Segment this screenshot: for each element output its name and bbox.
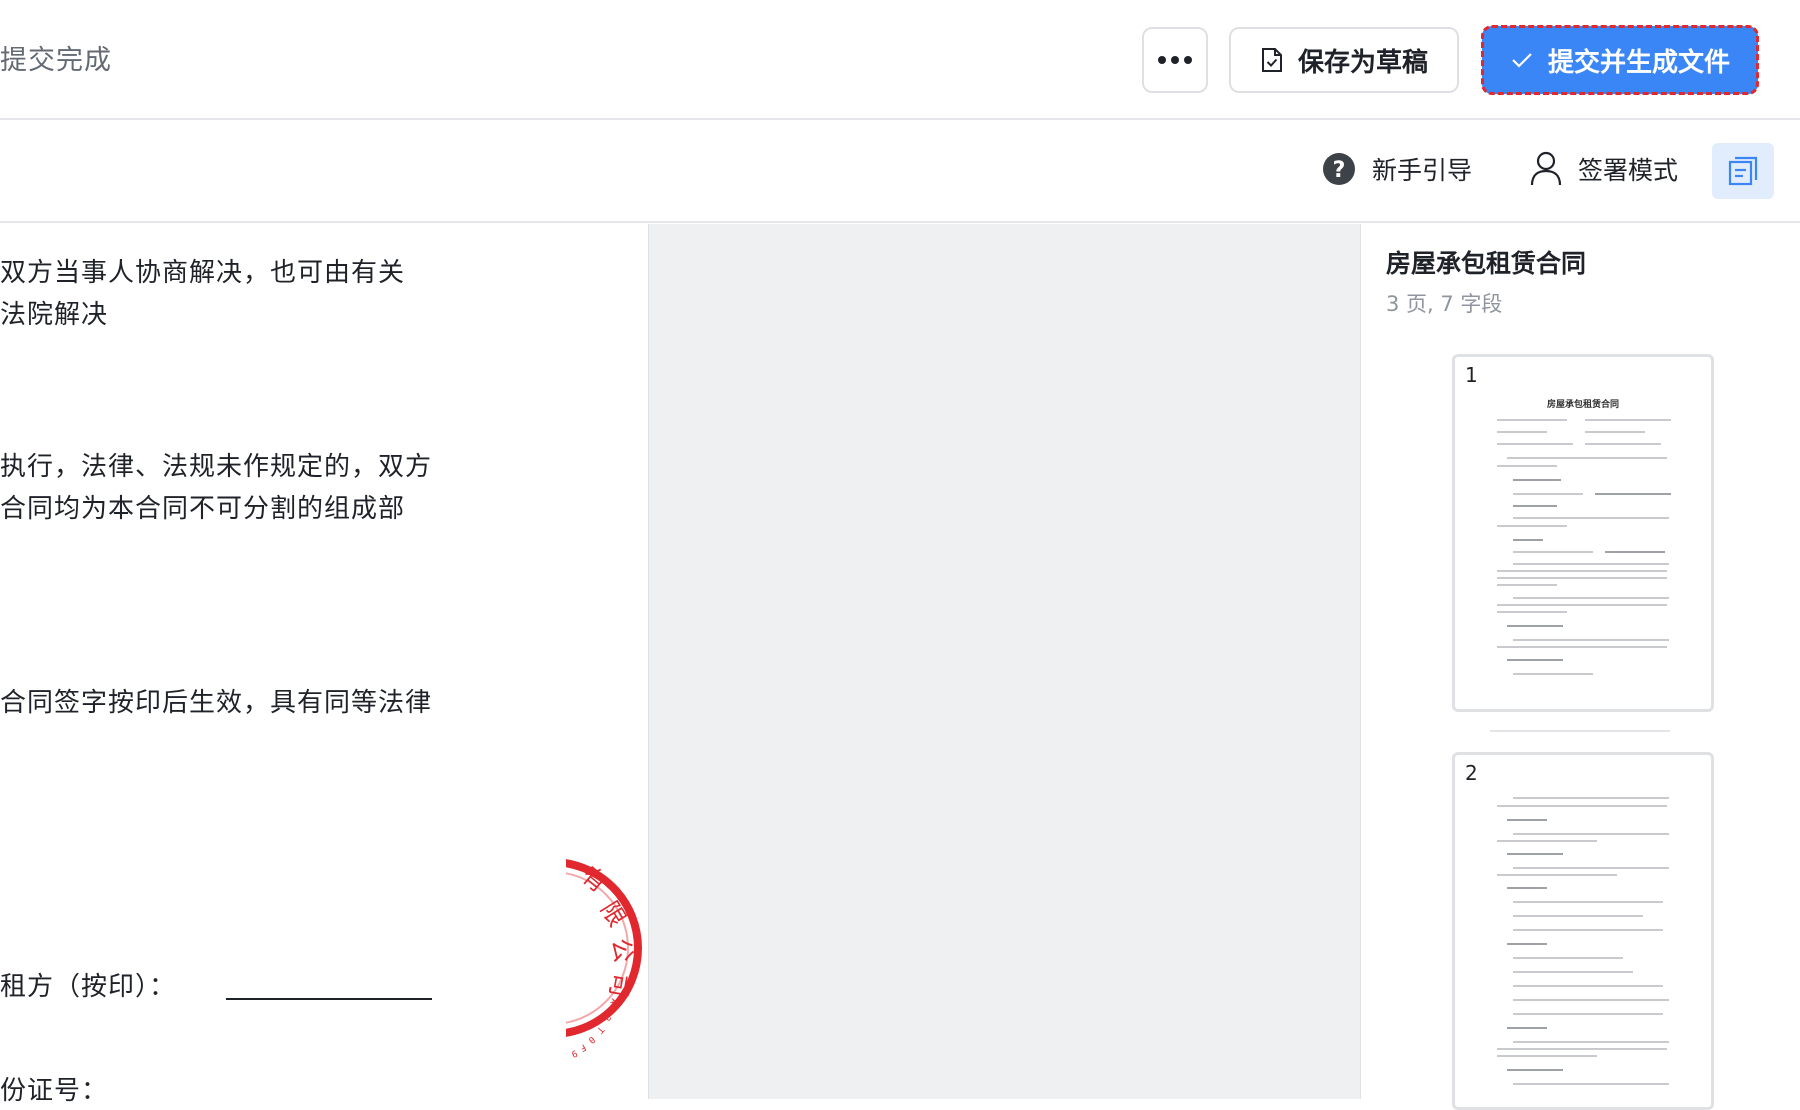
submit-generate-button[interactable]: 提交并生成文件	[1481, 25, 1759, 95]
svg-text:9: 9	[570, 1047, 579, 1058]
thumb-line	[1497, 443, 1573, 445]
thumb-line	[1507, 887, 1547, 889]
thumb-line	[1513, 517, 1669, 519]
thumb-line	[1513, 901, 1663, 903]
thumb-line	[1513, 1013, 1663, 1015]
thumb-line	[1497, 431, 1547, 433]
thumb-line	[1497, 805, 1667, 807]
secondary-toolbar: ? 新手引导 签署模式	[0, 121, 1800, 223]
sign-mode-label: 签署模式	[1578, 156, 1679, 185]
svg-text:?: ?	[1333, 158, 1346, 183]
check-icon	[1512, 53, 1532, 68]
thumb-line	[1513, 539, 1543, 541]
svg-text:司: 司	[604, 971, 636, 999]
thumb-line	[1513, 563, 1669, 565]
thumb-line	[1513, 505, 1557, 507]
submit-generate-label: 提交并生成文件	[1547, 47, 1730, 78]
sign-mode-button[interactable]: 签署模式	[1530, 151, 1678, 187]
thumb-line	[1585, 443, 1661, 445]
document-check-icon	[1261, 48, 1282, 72]
thumb-line	[1513, 1083, 1669, 1085]
page-thumbnail-title: 房屋承包租赁合同	[1546, 400, 1619, 410]
thumb-line	[1513, 971, 1633, 973]
thumb-line	[1513, 985, 1663, 987]
ellipsis-icon-dot	[1184, 56, 1192, 64]
help-circle-icon: ?	[1323, 153, 1355, 185]
thumb-line	[1497, 584, 1557, 586]
beginner-guide-label: 新手引导	[1372, 156, 1473, 185]
lessee-signature-label: 租方（按印）：	[0, 972, 177, 1002]
document-text-line: 合同签字按印后生效，具有同等法律	[0, 688, 433, 718]
thumb-line	[1497, 611, 1567, 613]
thumb-line	[1513, 797, 1669, 799]
document-canvas-background	[648, 224, 1361, 1099]
thumb-line	[1513, 1041, 1669, 1043]
thumbnail-separator	[1490, 730, 1670, 732]
company-seal-stamp: 有 限 公 司 A 2 T 0 F 9	[566, 859, 642, 1058]
document-text-line: 执行，法律、法规未作规定的，双方	[0, 452, 433, 482]
thumb-line	[1497, 874, 1617, 876]
thumb-line	[1513, 867, 1669, 869]
thumb-line	[1497, 525, 1567, 527]
thumb-line	[1507, 1069, 1563, 1071]
thumb-line	[1507, 1027, 1547, 1029]
thumb-line	[1507, 943, 1547, 945]
thumbnail-panel-toggle[interactable]	[1712, 143, 1774, 199]
page-thumbnail[interactable]: 1 房屋承包租赁合同	[1452, 354, 1714, 712]
id-number-label: 份证号：	[0, 1076, 109, 1106]
thumb-line	[1497, 419, 1567, 421]
thumb-line	[1513, 929, 1663, 931]
thumb-line	[1497, 570, 1667, 572]
save-draft-button[interactable]: 保存为草稿	[1229, 27, 1459, 93]
thumb-line	[1513, 493, 1583, 495]
thumb-line	[1513, 597, 1669, 599]
thumb-line	[1513, 479, 1561, 481]
thumb-line	[1585, 419, 1671, 421]
thumb-line	[1513, 673, 1593, 675]
thumbnail-sidebar: 房屋承包租赁合同 3 页, 7 字段 1 房屋承包租赁合同 2	[1362, 224, 1800, 1110]
thumb-line	[1497, 465, 1557, 467]
page-thumbnail[interactable]: 2	[1452, 752, 1714, 1110]
thumb-line	[1507, 457, 1667, 459]
thumb-line	[1513, 915, 1643, 917]
step-status-label: 提交完成	[0, 45, 112, 76]
thumb-line	[1497, 1055, 1597, 1057]
thumb-line	[1513, 957, 1623, 959]
user-icon	[1530, 151, 1562, 186]
document-text-line: 法院解决	[0, 300, 109, 330]
thumb-line	[1605, 551, 1665, 553]
thumb-line	[1497, 604, 1667, 606]
thumb-line	[1513, 833, 1669, 835]
document-meta: 3 页, 7 字段	[1386, 292, 1503, 316]
svg-text:0: 0	[586, 1034, 597, 1045]
pages-panel-icon	[1728, 156, 1758, 186]
svg-text:F: F	[578, 1041, 588, 1052]
thumb-line	[1513, 639, 1669, 641]
thumb-line	[1513, 999, 1669, 1001]
signature-underline	[226, 998, 432, 1000]
document-title: 房屋承包租赁合同	[1386, 249, 1587, 278]
ellipsis-icon	[1158, 56, 1166, 64]
thumb-line	[1513, 551, 1593, 553]
thumb-line	[1507, 659, 1563, 661]
more-options-button[interactable]	[1142, 27, 1208, 93]
thumb-line	[1497, 577, 1667, 579]
save-draft-label: 保存为草稿	[1297, 47, 1428, 78]
top-header: 提交完成 保存为草稿 提交并生成文件	[0, 0, 1800, 120]
thumb-line	[1507, 625, 1563, 627]
thumb-line	[1595, 493, 1671, 495]
document-text-line: 双方当事人协商解决，也可由有关	[0, 258, 406, 288]
thumb-line	[1497, 840, 1597, 842]
ellipsis-icon-dot	[1171, 56, 1179, 64]
thumb-line	[1585, 431, 1645, 433]
thumb-line	[1507, 819, 1547, 821]
beginner-guide-button[interactable]: ? 新手引导	[1322, 151, 1472, 187]
page-thumbnail-number: 1	[1465, 363, 1478, 387]
svg-text:公: 公	[606, 936, 638, 964]
document-text-line: 合同均为本合同不可分割的组成部	[0, 494, 406, 524]
thumb-line	[1507, 853, 1563, 855]
thumb-line	[1497, 646, 1667, 648]
page-thumbnail-number: 2	[1465, 761, 1478, 785]
thumb-line	[1497, 1048, 1667, 1050]
